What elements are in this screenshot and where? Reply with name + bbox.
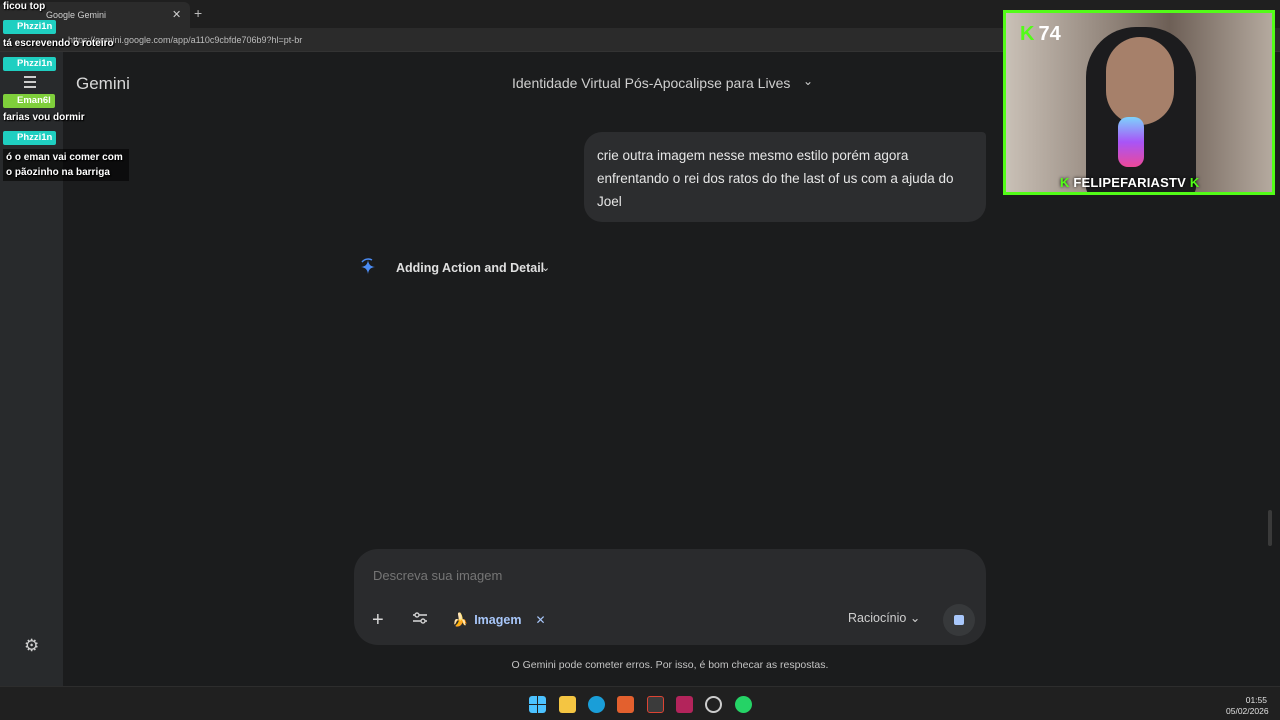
app-title: Gemini xyxy=(76,74,130,93)
mode-select[interactable]: Raciocínio ⌄ xyxy=(848,610,920,625)
kick-logo-icon: K xyxy=(1060,175,1070,190)
chevron-down-icon: ⌄ xyxy=(909,611,921,625)
thinking-status[interactable]: Adding Action and Detail xyxy=(396,261,544,275)
stop-button[interactable] xyxy=(943,604,975,636)
whatsapp-icon[interactable] xyxy=(735,696,752,713)
tools-icon[interactable] xyxy=(412,611,428,625)
edge-icon[interactable] xyxy=(588,696,605,713)
scrollbar[interactable] xyxy=(1268,510,1272,546)
mode-label: Raciocínio xyxy=(848,611,907,625)
chat-message: farias vou dormir xyxy=(3,112,85,123)
clock-date[interactable]: 05/02/2026 xyxy=(1226,706,1269,716)
tab-close-icon[interactable]: ✕ xyxy=(172,8,181,21)
prompt-composer: + 🍌 Imagem ✕ Raciocínio ⌄ xyxy=(354,549,986,645)
kick-logo-icon: K xyxy=(1020,23,1035,45)
streamer-face xyxy=(1106,37,1174,125)
chat-username: Phzzi1n xyxy=(3,131,57,145)
chevron-down-icon[interactable]: ⌄ xyxy=(803,74,813,88)
file-explorer-icon[interactable] xyxy=(559,696,576,713)
settings-icon[interactable]: ⚙ xyxy=(24,636,39,656)
imagem-tool-chip[interactable]: 🍌 Imagem ✕ xyxy=(452,610,546,630)
new-tab-icon[interactable]: + xyxy=(194,5,202,21)
streamer-name: K FELIPEFARIASTV K xyxy=(1060,175,1200,190)
disclaimer: O Gemini pode cometer erros. Por isso, é… xyxy=(511,659,829,671)
app-icon[interactable] xyxy=(676,696,693,713)
app-icon[interactable] xyxy=(617,696,634,713)
start-icon[interactable] xyxy=(529,696,546,713)
conversation-title[interactable]: Identidade Virtual Pós-Apocalipse para L… xyxy=(512,75,790,91)
chat-message: tá escrevendo o roteiro xyxy=(3,38,114,49)
taskbar: 01:55 05/02/2026 xyxy=(0,686,1280,720)
tab-title: Google Gemini xyxy=(46,10,107,20)
banana-icon: 🍌 xyxy=(452,612,469,627)
clock-time[interactable]: 01:55 xyxy=(1240,695,1267,705)
chip-label: Imagem xyxy=(474,613,522,627)
menu-icon[interactable] xyxy=(24,76,40,90)
sidebar xyxy=(0,52,63,686)
webcam-overlay: K 74 K FELIPEFARIASTV K xyxy=(1003,10,1275,195)
chevron-down-icon[interactable]: ⌄ xyxy=(541,261,550,274)
microphone xyxy=(1118,117,1144,167)
chat-username: Phzzi1n xyxy=(3,57,57,71)
add-attachment-icon[interactable]: + xyxy=(372,609,384,632)
app-icon[interactable] xyxy=(647,696,664,713)
close-icon[interactable]: ✕ xyxy=(535,613,545,627)
chat-message: ficou top xyxy=(3,1,46,12)
chat-message: ó o eman vai comer com o pãozinho na bar… xyxy=(3,149,129,181)
prompt-input[interactable] xyxy=(373,568,773,583)
viewer-count: K 74 xyxy=(1020,23,1061,45)
chat-username: Eman6l xyxy=(3,94,55,108)
user-message: crie outra imagem nesse mesmo estilo por… xyxy=(584,132,986,222)
gemini-spark-icon xyxy=(361,258,375,274)
kick-logo-icon: K xyxy=(1189,175,1200,190)
chat-username: Phzzi1n xyxy=(3,20,57,34)
app-icon[interactable] xyxy=(705,696,722,713)
stop-icon xyxy=(954,615,964,625)
